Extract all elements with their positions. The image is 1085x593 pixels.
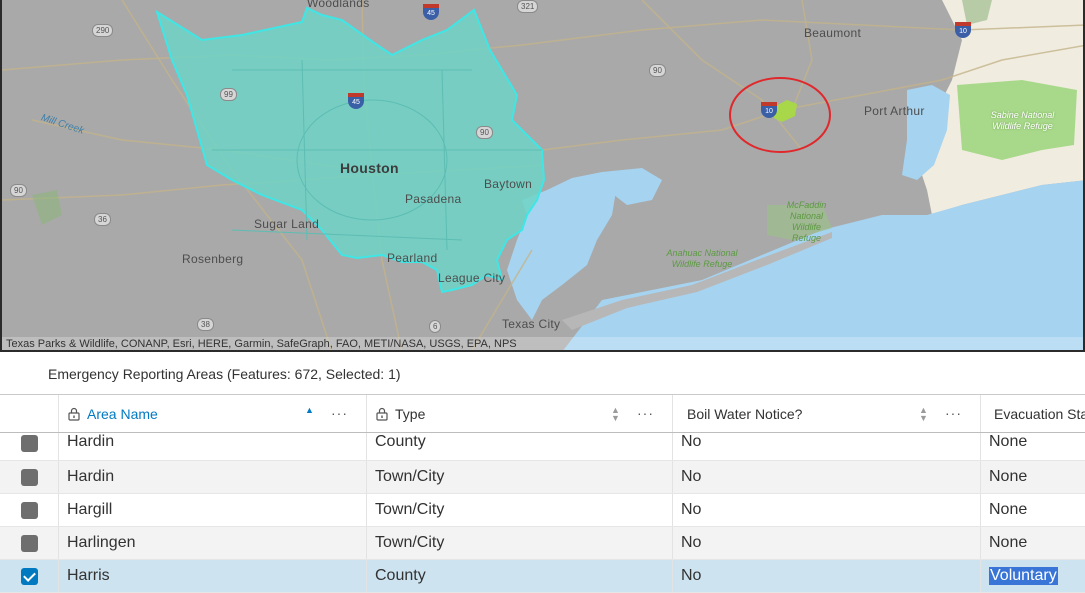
map-label-houston: Houston xyxy=(340,160,399,176)
row-checkbox-cell[interactable] xyxy=(0,461,58,493)
interstate-shield: 10 xyxy=(955,22,971,38)
route-shield: 90 xyxy=(10,184,27,197)
table-row-selected[interactable]: Harris County No Voluntary xyxy=(0,560,1085,593)
cell-evacuation[interactable]: Voluntary xyxy=(980,560,1085,592)
interstate-shield: 45 xyxy=(423,4,439,20)
map-label-woodlands: Woodlands xyxy=(307,0,370,10)
cell-area-name: Hargill xyxy=(58,494,366,526)
column-header-evacuation[interactable]: Evacuation Sta xyxy=(980,395,1085,432)
cell-evacuation: None xyxy=(980,461,1085,493)
column-header-area-name[interactable]: Area Name ▲ ··· xyxy=(58,395,366,432)
map-label-mcfaddin: McFaddin National Wildlife Refuge xyxy=(786,200,827,243)
column-label: Area Name xyxy=(87,405,158,422)
row-checkbox-checked[interactable] xyxy=(20,567,38,585)
column-menu-icon[interactable]: ··· xyxy=(331,405,348,421)
sort-ascending-icon[interactable]: ▲ xyxy=(305,405,314,415)
row-checkbox-cell[interactable] xyxy=(0,494,58,526)
lock-icon xyxy=(68,407,80,421)
column-label: Type xyxy=(395,405,426,422)
row-checkbox-cell[interactable] xyxy=(0,560,58,592)
cell-area-name: Harris xyxy=(58,560,366,592)
map-label-pearland: Pearland xyxy=(387,251,438,265)
map-label-texas-city: Texas City xyxy=(502,317,561,331)
row-checkbox[interactable] xyxy=(20,468,38,486)
map-attribution: Texas Parks & Wildlife, CONANP, Esri, HE… xyxy=(6,338,517,350)
row-checkbox[interactable] xyxy=(20,435,38,452)
cell-boil-water: No xyxy=(672,560,980,592)
interstate-shield: 10 xyxy=(761,102,777,118)
route-shield: 36 xyxy=(94,213,111,226)
map-label-anahuac: Anahuac National Wildlife Refuge xyxy=(666,248,738,269)
column-menu-icon[interactable]: ··· xyxy=(637,405,654,421)
route-shield: 290 xyxy=(92,24,114,37)
map-label-sabine: Sabine National Wildlife Refuge xyxy=(990,110,1055,131)
map-label-baytown: Baytown xyxy=(484,177,533,191)
column-label: Evacuation Sta xyxy=(994,405,1085,422)
row-checkbox[interactable] xyxy=(20,501,38,519)
column-header-type[interactable]: Type ▲ ▼ ··· xyxy=(366,395,672,432)
cell-evacuation: None xyxy=(980,494,1085,526)
cell-boil-water: No xyxy=(672,494,980,526)
cell-type: Town/City xyxy=(366,494,672,526)
row-checkbox-cell[interactable] xyxy=(0,527,58,559)
cell-evacuation: None xyxy=(980,433,1085,460)
select-all-header xyxy=(0,395,58,432)
attribute-table: Area Name ▲ ··· Type ▲ ▼ ··· Boil Water N… xyxy=(0,394,1085,593)
route-shield: 90 xyxy=(476,126,493,139)
route-shield: 90 xyxy=(649,64,666,77)
cell-type: Town/City xyxy=(366,527,672,559)
table-header: Area Name ▲ ··· Type ▲ ▼ ··· Boil Water N… xyxy=(0,395,1085,433)
table-row[interactable]: Hargill Town/City No None xyxy=(0,494,1085,527)
cell-area-name: Hardin xyxy=(58,433,366,460)
cell-type: County xyxy=(366,433,672,460)
cell-boil-water: No xyxy=(672,433,980,460)
map-label-port-arthur: Port Arthur xyxy=(864,104,925,118)
lock-icon xyxy=(376,407,388,421)
map-label-pasadena: Pasadena xyxy=(405,192,462,206)
map-label-league-city: League City xyxy=(438,271,506,285)
cell-boil-water: No xyxy=(672,527,980,559)
interstate-shield: 45 xyxy=(348,93,364,109)
route-shield: 321 xyxy=(517,0,539,13)
column-menu-icon[interactable]: ··· xyxy=(945,405,962,421)
map-label-rosenberg: Rosenberg xyxy=(182,252,244,266)
column-header-boil-water[interactable]: Boil Water Notice? ▲ ▼ ··· xyxy=(672,395,980,432)
cell-area-name: Hardin xyxy=(58,461,366,493)
route-shield: 38 xyxy=(197,318,214,331)
row-checkbox-cell[interactable] xyxy=(0,433,58,460)
column-label: Boil Water Notice? xyxy=(687,405,803,422)
basemap xyxy=(2,0,1083,350)
cell-evacuation-selected-text[interactable]: Voluntary xyxy=(989,567,1058,585)
map-label-beaumont: Beaumont xyxy=(804,26,862,40)
cell-type: County xyxy=(366,560,672,592)
table-row[interactable]: Harlingen Town/City No None xyxy=(0,527,1085,560)
cell-type: Town/City xyxy=(366,461,672,493)
table-caption: Emergency Reporting Areas (Features: 672… xyxy=(48,366,401,382)
cell-area-name: Harlingen xyxy=(58,527,366,559)
table-row[interactable]: Hardin County No None xyxy=(0,433,1085,461)
route-shield: 99 xyxy=(220,88,237,101)
sort-icon[interactable]: ▲ ▼ xyxy=(919,406,928,423)
map-view[interactable]: Woodlands Beaumont Port Arthur Houston B… xyxy=(0,0,1085,352)
table-row[interactable]: Hardin Town/City No None xyxy=(0,461,1085,494)
cell-boil-water: No xyxy=(672,461,980,493)
map-label-sugar-land: Sugar Land xyxy=(254,217,320,231)
row-checkbox[interactable] xyxy=(20,534,38,552)
cell-evacuation: None xyxy=(980,527,1085,559)
sort-icon[interactable]: ▲ ▼ xyxy=(611,406,620,423)
